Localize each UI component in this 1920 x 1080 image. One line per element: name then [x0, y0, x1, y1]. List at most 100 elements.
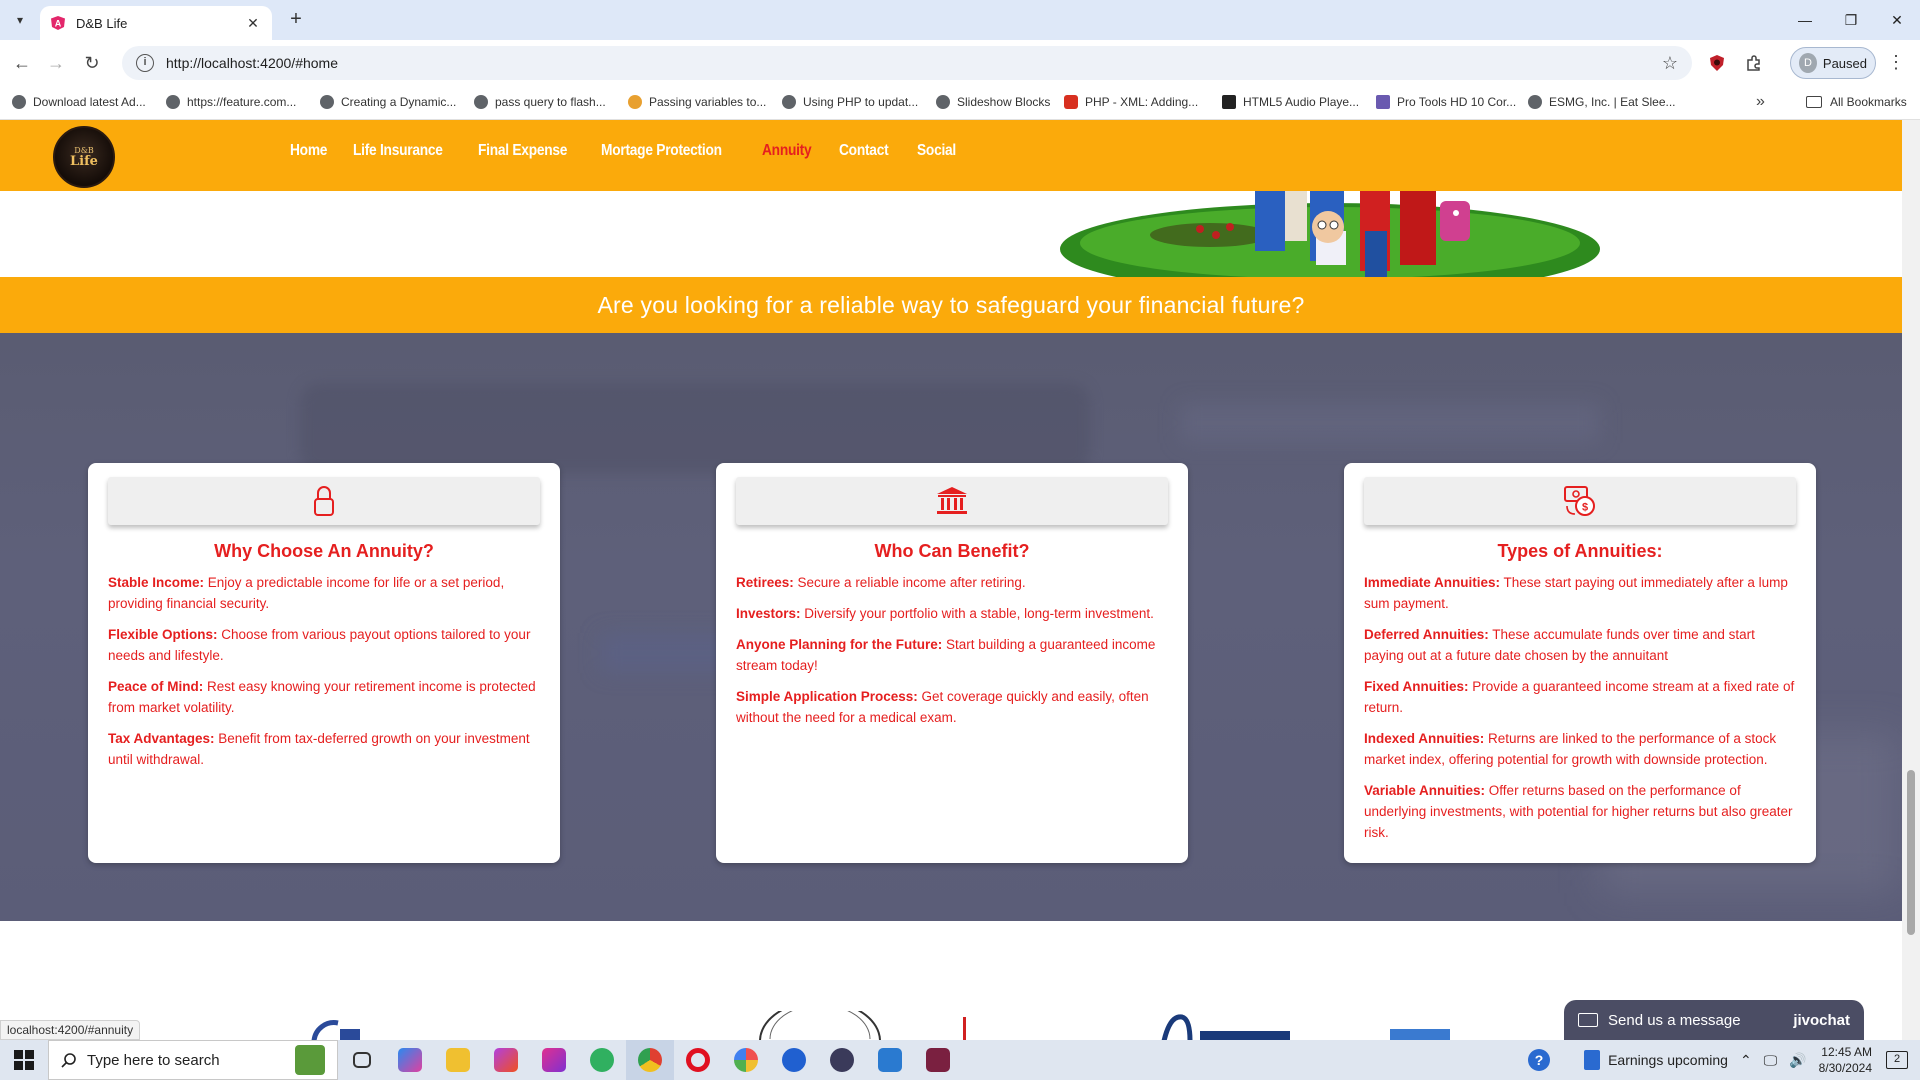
bookmark-item[interactable]: Passing variables to... [628, 95, 766, 109]
tab-search-button[interactable]: ▾ [8, 8, 32, 32]
main-nav: Home Life Insurance Final Expense Mortag… [290, 142, 982, 160]
task-view-icon[interactable] [338, 1040, 386, 1080]
card-list: Stable Income: Enjoy a predictable incom… [108, 572, 540, 770]
news-icon[interactable] [1584, 1050, 1601, 1070]
browser-tab-strip: ▾ A D&B Life ✕ + — ❐ ✕ [0, 0, 1920, 40]
browser-menu-icon[interactable]: ⋮ [1884, 51, 1908, 75]
nav-social[interactable]: Social [917, 142, 956, 160]
nav-contact[interactable]: Contact [839, 142, 889, 160]
file-explorer-icon[interactable] [434, 1040, 482, 1080]
vscode-icon[interactable] [866, 1040, 914, 1080]
more-bookmarks-icon[interactable]: » [1756, 93, 1765, 111]
list-item: Retirees: Secure a reliable income after… [736, 575, 1026, 590]
photos-icon[interactable] [722, 1040, 770, 1080]
question-banner: Are you looking for a reliable way to sa… [0, 277, 1902, 333]
bookmark-item[interactable]: Slideshow Blocks [936, 95, 1050, 109]
bookmark-item[interactable]: Download latest Ad... [12, 95, 146, 109]
media-app-icon[interactable] [818, 1040, 866, 1080]
list-item: Fixed Annuities: Provide a guaranteed in… [1364, 679, 1795, 715]
help-icon[interactable]: ? [1528, 1049, 1551, 1071]
nav-annuity[interactable]: Annuity [762, 142, 812, 160]
bookmark-item[interactable]: Creating a Dynamic... [320, 95, 456, 109]
minimize-button[interactable]: — [1782, 0, 1828, 40]
partner-logo [311, 1020, 360, 1040]
svg-text:$: $ [1582, 502, 1588, 514]
nav-home[interactable]: Home [290, 142, 327, 160]
weather-widget[interactable]: Earnings upcoming [1608, 1052, 1728, 1068]
bookmark-item[interactable]: https://feature.com... [166, 95, 296, 109]
jivochat-widget[interactable]: Send us a message jivochat [1564, 1000, 1864, 1040]
list-item: Anyone Planning for the Future: Start bu… [736, 637, 1156, 673]
notifications-icon[interactable]: 2 [1886, 1051, 1908, 1069]
mail-icon [1064, 95, 1078, 109]
document-icon [1376, 95, 1390, 109]
system-tray: ? Earnings upcoming ⌃ 🖵 🔊 12:45 AM 8/30/… [1528, 1040, 1920, 1080]
windows-taskbar: Type here to search ? Earnings upcoming … [0, 1040, 1920, 1080]
opera-icon[interactable] [674, 1040, 722, 1080]
chrome-icon[interactable] [626, 1040, 674, 1080]
info-card-why-annuity: Why Choose An Annuity? Stable Income: En… [88, 463, 560, 863]
bookmark-item[interactable]: Using PHP to updat... [782, 95, 918, 109]
address-bar[interactable]: i http://localhost:4200/#home ☆ [122, 46, 1692, 80]
tray-chevron-icon[interactable]: ⌃ [1740, 1052, 1752, 1069]
list-item: Simple Application Process: Get coverage… [736, 689, 1149, 725]
clock-date: 8/30/2024 [1818, 1061, 1872, 1075]
scrollbar-thumb[interactable] [1907, 770, 1915, 935]
site-info-icon[interactable]: i [136, 54, 154, 72]
search-placeholder: Type here to search [87, 1051, 220, 1069]
bookmark-star-icon[interactable]: ☆ [1662, 53, 1678, 74]
info-card-who-benefits: Who Can Benefit? Retirees: Secure a reli… [716, 463, 1188, 863]
close-tab-icon[interactable]: ✕ [244, 15, 262, 32]
list-item: Stable Income: Enjoy a predictable incom… [108, 575, 505, 611]
browser-tab[interactable]: A D&B Life ✕ [40, 6, 272, 40]
new-tab-button[interactable]: + [284, 8, 308, 32]
bookmark-item[interactable]: pass query to flash... [474, 95, 606, 109]
frankenstein-icon [295, 1045, 325, 1075]
back-arrow-icon[interactable]: ← [10, 51, 34, 75]
profile-avatar: D [1799, 53, 1817, 73]
windows-start-button[interactable] [0, 1040, 48, 1080]
globe-icon [12, 95, 26, 109]
bookmark-item[interactable]: ESMG, Inc. | Eat Slee... [1528, 95, 1676, 109]
restore-button[interactable]: ❐ [1828, 0, 1874, 40]
partner-logo [963, 1017, 966, 1040]
close-window-button[interactable]: ✕ [1874, 0, 1920, 40]
list-item: Tax Advantages: Benefit from tax-deferre… [108, 731, 530, 767]
game-app-icon[interactable] [914, 1040, 962, 1080]
list-item: Immediate Annuities: These start paying … [1364, 575, 1788, 611]
bookmark-item[interactable]: HTML5 Audio Playe... [1222, 95, 1359, 109]
background-blur-shape [1180, 403, 1600, 443]
app-store-icon[interactable] [770, 1040, 818, 1080]
search-icon [61, 1053, 76, 1068]
nav-life-insurance[interactable]: Life Insurance [353, 142, 443, 160]
address-url[interactable]: http://localhost:4200/#home [166, 55, 1662, 71]
nav-final-expense[interactable]: Final Expense [478, 142, 567, 160]
tab-title: D&B Life [76, 15, 128, 31]
nav-mortgage-protection[interactable]: Mortage Protection [601, 142, 722, 160]
profile-button[interactable]: D Paused [1790, 47, 1876, 79]
partner-logo [759, 1011, 881, 1040]
bank-icon [937, 487, 967, 514]
copilot-icon[interactable] [386, 1040, 434, 1080]
shield-extension-icon[interactable] [1705, 51, 1729, 75]
bookmark-item[interactable]: Pro Tools HD 10 Cor... [1376, 95, 1516, 109]
reload-icon[interactable]: ↻ [80, 51, 104, 75]
site-logo[interactable]: D&B Life [53, 126, 115, 188]
taskbar-clock[interactable]: 12:45 AM 8/30/2024 [1819, 1044, 1872, 1076]
all-bookmarks-button[interactable]: All Bookmarks [1806, 95, 1907, 109]
volume-icon[interactable]: 🔊 [1789, 1052, 1806, 1069]
phpstorm-icon[interactable] [482, 1040, 530, 1080]
bookmark-item[interactable]: PHP - XML: Adding... [1064, 95, 1198, 109]
forward-arrow-icon[interactable]: → [44, 51, 68, 75]
extensions-puzzle-icon[interactable] [1742, 51, 1766, 75]
list-item: Flexible Options: Choose from various pa… [108, 627, 531, 663]
network-icon[interactable]: 🖵 [1764, 1052, 1778, 1069]
lock-icon [314, 486, 334, 516]
page-scrollbar[interactable] [1902, 120, 1920, 1040]
chat-app-icon[interactable] [578, 1040, 626, 1080]
page-viewport: D&B Life Home Life Insurance Final Expen… [0, 120, 1902, 1040]
clock-time: 12:45 AM [1821, 1045, 1872, 1059]
webstorm-icon[interactable] [530, 1040, 578, 1080]
taskbar-search[interactable]: Type here to search [48, 1040, 338, 1080]
globe-icon [936, 95, 950, 109]
